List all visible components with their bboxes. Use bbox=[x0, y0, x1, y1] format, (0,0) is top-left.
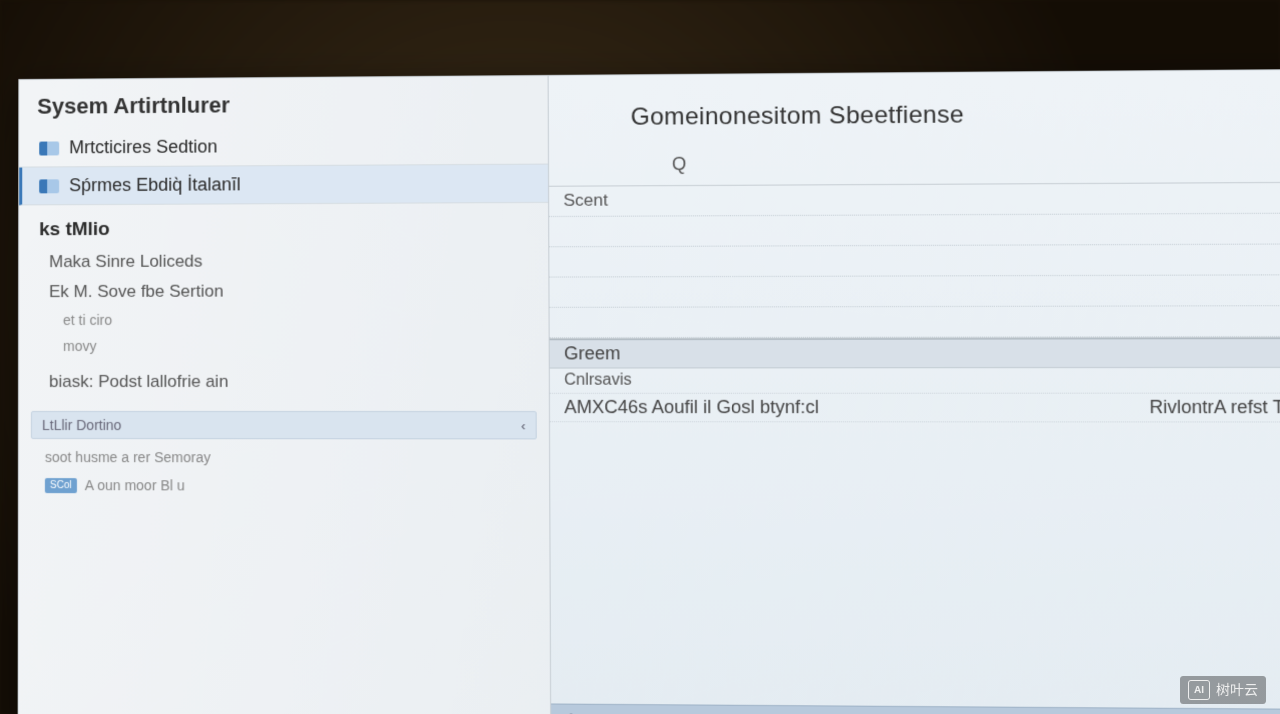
nav-subitem-1[interactable]: movy bbox=[19, 332, 549, 359]
nav-item-2[interactable]: biask: Podst lallofrie ain bbox=[19, 367, 549, 397]
app-window: Sysem Artirtnlurer Mrtcticires Sedtion S… bbox=[18, 69, 1280, 714]
list-line-3[interactable] bbox=[549, 275, 1280, 308]
nav-item-0[interactable]: Maka Sinre Loliceds bbox=[19, 245, 548, 277]
nav-item-1[interactable]: Ek M. Sove fbe Sertion bbox=[19, 276, 548, 308]
nav-badge: SCol bbox=[45, 478, 77, 493]
chevron-icon: ‹ bbox=[521, 418, 525, 433]
nav-primary-0-label: Mrtcticires Sedtion bbox=[69, 136, 217, 158]
list-line-1[interactable] bbox=[549, 214, 1280, 248]
sidebar: Sysem Artirtnlurer Mrtcticires Sedtion S… bbox=[19, 76, 552, 714]
detail-row-0[interactable]: Cnlrsavis bbox=[550, 368, 1280, 394]
main-pane: Gomeinonesitom Sbeetfiense Q Scent Greem… bbox=[549, 70, 1280, 714]
watermark-icon: AI bbox=[1188, 680, 1210, 700]
nav-select[interactable]: LtLlir Dortino ‹ bbox=[31, 411, 537, 439]
chart-icon bbox=[39, 179, 59, 193]
nav-section-header: ks tMlio bbox=[19, 203, 548, 247]
chart-icon bbox=[39, 141, 59, 155]
page-title: Gomeinonesitom Sbeetfiense bbox=[549, 70, 1280, 151]
detail-row-0-left: Cnlrsavis bbox=[564, 372, 632, 390]
watermark-label: 树叶云 bbox=[1216, 680, 1258, 700]
nav-footer-1: soot husme a rer Semoray bbox=[19, 443, 549, 472]
nav-select-label: LtLlir Dortino bbox=[42, 417, 122, 433]
detail-row-1-right: RivlontrA refst T bbox=[1149, 397, 1280, 419]
detail-row-1[interactable]: AMXC46s Aoufil il Gosl btynf:cl Rivlontr… bbox=[550, 394, 1280, 423]
list-line-2[interactable] bbox=[549, 244, 1280, 277]
nav-primary-1[interactable]: Sṕrmes Ebdiq̀ İtalanīl bbox=[19, 165, 548, 206]
nav-subitem-0[interactable]: et ti ciro bbox=[19, 306, 549, 333]
nav-primary-0[interactable]: Mrtcticires Sedtion bbox=[19, 126, 548, 167]
search-row[interactable]: Q bbox=[549, 146, 1280, 187]
search-icon: Q bbox=[672, 154, 687, 175]
nav-footer-2-label: A oun moor Bl u bbox=[85, 477, 185, 493]
list-area-top: Scent bbox=[549, 183, 1280, 339]
list-line-0[interactable]: Scent bbox=[549, 183, 1280, 217]
app-title: Sysem Artirtnlurer bbox=[19, 86, 548, 130]
detail-row-1-left: AMXC46s Aoufil il Gosl btynf:cl bbox=[564, 397, 819, 418]
group-header[interactable]: Greem bbox=[550, 338, 1280, 369]
nav-footer-2[interactable]: SCol A oun moor Bl u bbox=[19, 471, 549, 500]
list-line-4[interactable] bbox=[550, 306, 1280, 338]
spacer bbox=[550, 422, 1280, 709]
nav-primary-1-label: Sṕrmes Ebdiq̀ İtalanīl bbox=[69, 174, 241, 196]
watermark: AI 树叶云 bbox=[1180, 676, 1266, 704]
